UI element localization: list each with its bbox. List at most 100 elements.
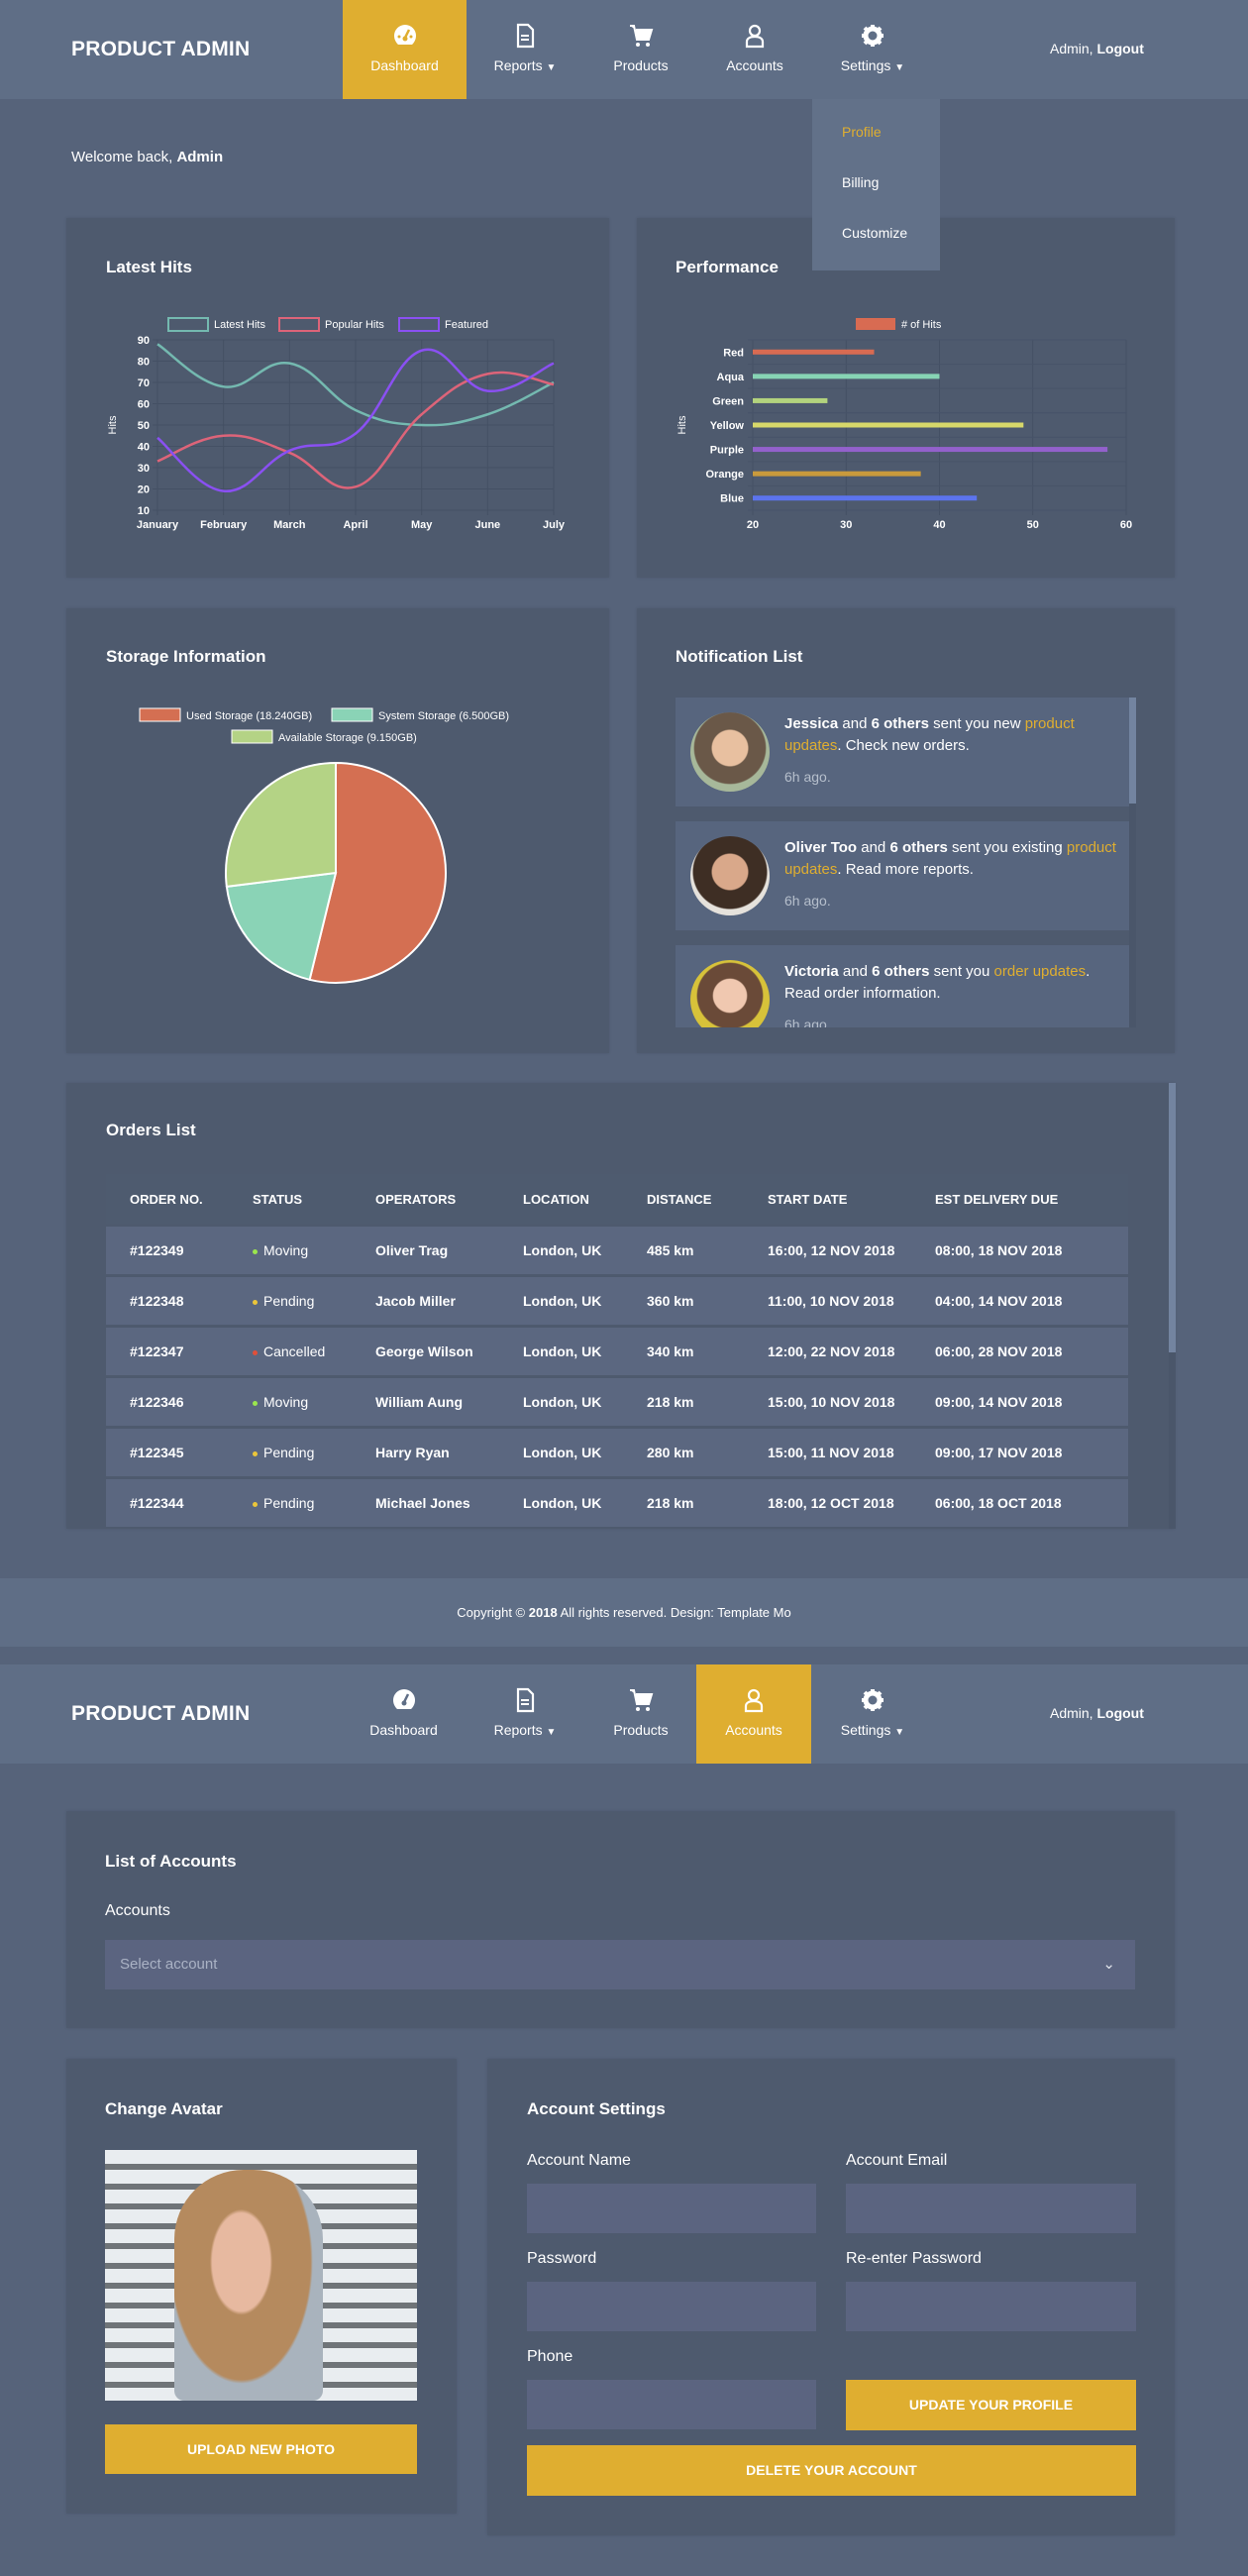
notif-text: sent you new: [928, 715, 1025, 732]
notif-others: 6 others: [872, 963, 930, 980]
notification-item[interactable]: Victoria and 6 others sent you order upd…: [676, 945, 1129, 1027]
delete-account-button[interactable]: Delete Your Account: [527, 2445, 1136, 2496]
notif-text: sent you existing: [947, 839, 1067, 856]
table-cell: 16:00, 12 NOV 2018: [744, 1227, 911, 1274]
table-row[interactable]: #122348 Pending Jacob Miller London, UK 360 …: [106, 1277, 1128, 1325]
status-dot-icon: [253, 1450, 258, 1456]
notification-item[interactable]: Jessica and 6 others sent you new produc…: [676, 698, 1129, 806]
y-tick-label: Purple: [710, 445, 744, 457]
notif-name: Oliver Too: [784, 839, 858, 856]
table-cell: 12:00, 22 NOV 2018: [744, 1328, 911, 1375]
status-text: Pending: [263, 1293, 315, 1309]
menu-item-billing[interactable]: Billing: [842, 174, 879, 190]
nav-settings[interactable]: Settings ▼: [827, 1664, 918, 1764]
logout-link[interactable]: Logout: [1096, 1705, 1143, 1721]
table-row[interactable]: #122346 Moving William Aung London, UK 218 k…: [106, 1378, 1128, 1426]
table-cell: 09:00, 14 NOV 2018: [911, 1378, 1128, 1426]
nav-dashboard[interactable]: Dashboard: [357, 1664, 451, 1764]
footer-text: Copyright ©: [457, 1605, 529, 1620]
table-row[interactable]: #122347 Cancelled George Wilson London, UK 3…: [106, 1328, 1128, 1375]
chevron-down-icon: ⌄: [1102, 1956, 1115, 1973]
scrollbar-thumb[interactable]: [1169, 1083, 1176, 1352]
bar-blue: [753, 495, 978, 501]
status-text: Pending: [263, 1495, 315, 1511]
bar-aqua: [753, 374, 940, 379]
x-tick-label: 60: [1120, 519, 1132, 531]
brand-logo[interactable]: PRODUCT ADMIN: [71, 1702, 250, 1726]
nav-reports[interactable]: Reports ▼: [485, 1664, 565, 1764]
column-header: ORDER NO.: [106, 1174, 229, 1224]
status-text: Moving: [263, 1394, 309, 1410]
chevron-down-icon: ▼: [894, 1727, 905, 1738]
accounts-label: Accounts: [105, 1902, 170, 1919]
scrollbar-track[interactable]: [1169, 1083, 1176, 1529]
password-input[interactable]: [527, 2282, 816, 2331]
y-tick-label: Red: [723, 347, 744, 359]
y-tick-label: Yellow: [710, 420, 745, 432]
column-header: LOCATION: [499, 1174, 623, 1224]
update-profile-button[interactable]: Update Your Profile: [846, 2380, 1136, 2430]
account-select[interactable]: Select account ⌄: [105, 1940, 1135, 1989]
notif-text: sent you: [929, 963, 994, 980]
table-cell: 08:00, 18 NOV 2018: [911, 1227, 1128, 1274]
reenter-password-input[interactable]: [846, 2282, 1136, 2331]
footer-year: 2018: [528, 1605, 558, 1620]
table-cell: London, UK: [499, 1429, 623, 1476]
y-tick-label: Aqua: [717, 372, 745, 383]
account-email-label: Account Email: [846, 2152, 948, 2169]
tachometer-icon: [392, 1689, 415, 1709]
legend-label: Available Storage (9.150GB): [278, 732, 417, 744]
notification-item[interactable]: Oliver Too and 6 others sent you existin…: [676, 821, 1129, 930]
card-title: List of Accounts: [105, 1852, 237, 1871]
account-email-input[interactable]: [846, 2184, 1136, 2233]
chevron-down-icon: ▼: [546, 1727, 557, 1738]
footer: Copyright © 2018 All rights reserved. De…: [0, 1578, 1248, 1647]
table-cell: William Aung: [352, 1378, 499, 1426]
table-cell: #122348: [106, 1277, 229, 1325]
x-tick-label: 20: [747, 519, 759, 531]
notif-link[interactable]: order updates: [994, 963, 1087, 980]
column-header: OPERATORS: [352, 1174, 499, 1224]
bar-green: [753, 397, 828, 403]
nav-products[interactable]: Products: [599, 1664, 682, 1764]
scrollbar-thumb[interactable]: [1129, 698, 1136, 804]
account-name-label: Account Name: [527, 2152, 631, 2169]
table-cell: George Wilson: [352, 1328, 499, 1375]
scrollbar-track[interactable]: [1129, 698, 1136, 1027]
table-cell: 11:00, 10 NOV 2018: [744, 1277, 911, 1325]
bar-orange: [753, 471, 921, 477]
table-row[interactable]: #122344 Pending Michael Jones London, UK 218…: [106, 1479, 1128, 1527]
phone-input[interactable]: [527, 2380, 816, 2429]
menu-item-profile[interactable]: Profile: [842, 124, 882, 140]
table-cell: 218 km: [623, 1479, 744, 1527]
file-icon: [516, 1687, 535, 1713]
table-row[interactable]: #122349 Moving Oliver Trag London, UK 485 km…: [106, 1227, 1128, 1274]
legend-swatch: [139, 707, 181, 722]
performance-chart: 20 30 40 50 60 Red Aqua Green Yellow Purple Orange…: [676, 318, 1132, 531]
table-cell: 18:00, 12 OCT 2018: [744, 1479, 911, 1527]
table-row[interactable]: #122345 Pending Harry Ryan London, UK 280 km…: [106, 1429, 1128, 1476]
column-header: DISTANCE: [623, 1174, 744, 1224]
table-cell: Jacob Miller: [352, 1277, 499, 1325]
account-name-input[interactable]: [527, 2184, 816, 2233]
card-title: Orders List: [106, 1121, 196, 1139]
table-cell: Oliver Trag: [352, 1227, 499, 1274]
select-placeholder: Select account: [120, 1956, 218, 1973]
notification-list[interactable]: Jessica and 6 others sent you new produc…: [676, 698, 1136, 1027]
status-cell: Cancelled: [229, 1328, 352, 1375]
table-cell: London, UK: [499, 1227, 623, 1274]
nav-accounts[interactable]: Accounts: [696, 1664, 811, 1764]
table-cell: Michael Jones: [352, 1479, 499, 1527]
status-dot-icon: [253, 1400, 258, 1406]
column-header: STATUS: [229, 1174, 352, 1224]
status-cell: Moving: [229, 1227, 352, 1274]
table-cell: #122347: [106, 1328, 229, 1375]
avatar: [690, 960, 770, 1027]
phone-label: Phone: [527, 2348, 573, 2365]
bar-purple: [753, 447, 1108, 453]
menu-item-customize[interactable]: Customize: [842, 225, 907, 241]
table-cell: London, UK: [499, 1328, 623, 1375]
y-tick-label: Orange: [705, 469, 744, 481]
table-cell: #122344: [106, 1479, 229, 1527]
upload-photo-button[interactable]: Upload New Photo: [105, 2424, 417, 2474]
